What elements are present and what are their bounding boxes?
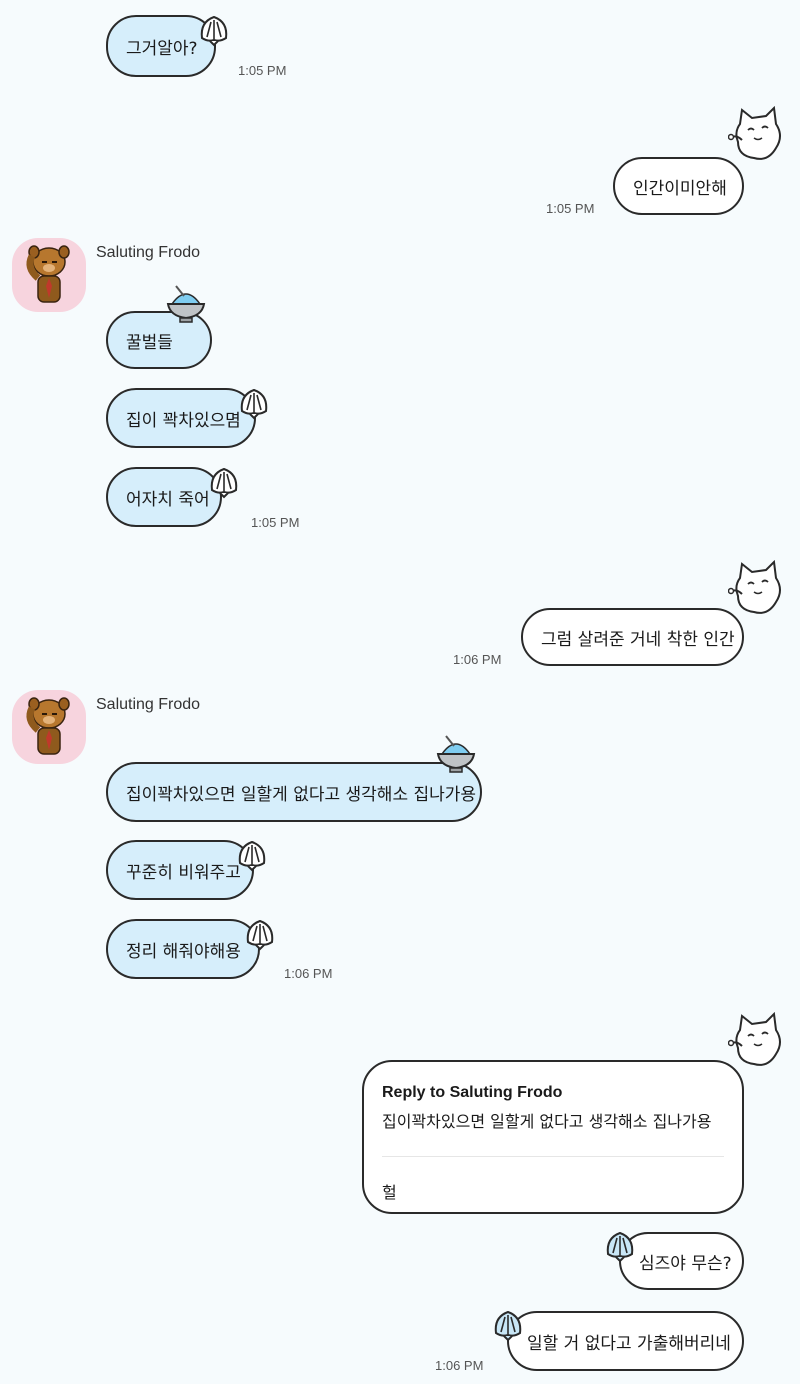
- shell-icon: [606, 1232, 634, 1262]
- white-cat-sticker-icon: [728, 107, 781, 160]
- message-text: 그럼 살려준 거네 착한 인간: [541, 629, 735, 650]
- message-bubble-5: 어자치 죽어: [106, 467, 222, 527]
- message-bubble-9: 정리 해줘야해용: [106, 919, 260, 979]
- shell-icon: [494, 1311, 522, 1341]
- message-bubble-4: 집이 꽉차있으몀: [106, 388, 256, 448]
- message-text: 집이꽉차있으면 일할게 없다고 생각해소 집나가용: [126, 784, 477, 805]
- my-message-bubble-11: 일할 거 없다고 가출해버리네: [507, 1311, 744, 1371]
- message-text: 정리 해줘야해용: [126, 941, 241, 962]
- shell-icon: [210, 468, 238, 498]
- shell-icon: [246, 920, 274, 950]
- reply-divider: [382, 1156, 724, 1157]
- sender-name: Saluting Frodo: [96, 244, 201, 261]
- message-time: 1:06 PM: [435, 1358, 484, 1373]
- message-text: 인간이미안해: [633, 178, 727, 199]
- white-cat-sticker-icon: [728, 1013, 781, 1066]
- white-cat-sticker-icon: [728, 561, 781, 614]
- shell-icon: [238, 841, 266, 871]
- my-message-bubble-10: 심즈야 무슨?: [619, 1232, 744, 1290]
- reply-quoted-text[interactable]: 집이꽉차있으면 일할게 없다고 생각해소 집나가용: [382, 1108, 724, 1132]
- reply-message-card[interactable]: Reply to Saluting Frodo 집이꽉차있으면 일할게 없다고 …: [362, 1060, 744, 1214]
- message-text: 어자치 죽어: [126, 489, 210, 510]
- message-bubble-8: 꾸준히 비워주고: [106, 840, 254, 900]
- my-message-bubble-6: 그럼 살려준 거네 착한 인간: [521, 608, 744, 666]
- shell-icon: [240, 389, 268, 419]
- reply-title: Reply to Saluting Frodo: [382, 1084, 563, 1101]
- message-text: 꾸준히 비워주고: [126, 862, 241, 883]
- message-time: 1:05 PM: [546, 201, 595, 216]
- message-text: 집이 꽉차있으몀: [126, 410, 241, 431]
- bear-avatar-icon: [12, 690, 86, 764]
- message-time: 1:06 PM: [284, 966, 333, 981]
- message-time: 1:06 PM: [453, 652, 502, 667]
- avatar[interactable]: [12, 690, 86, 764]
- message-text: 그거알아?: [126, 38, 198, 59]
- shaved-ice-icon: [167, 285, 205, 323]
- message-time: 1:05 PM: [238, 63, 287, 78]
- shaved-ice-icon: [437, 735, 475, 773]
- my-message-bubble-2: 인간이미안해: [613, 157, 744, 215]
- message-bubble-7: 집이꽉차있으면 일할게 없다고 생각해소 집나가용: [106, 762, 482, 822]
- message-text: 심즈야 무슨?: [639, 1253, 732, 1274]
- message-text: 일할 거 없다고 가출해버리네: [527, 1333, 731, 1354]
- shell-icon: [200, 16, 228, 46]
- bear-avatar-icon: [12, 238, 86, 312]
- sender-name: Saluting Frodo: [96, 696, 201, 713]
- avatar[interactable]: [12, 238, 86, 312]
- message-time: 1:05 PM: [251, 515, 300, 530]
- reply-text: 헐: [382, 1183, 397, 1202]
- message-text: 꿀벌들: [126, 332, 173, 353]
